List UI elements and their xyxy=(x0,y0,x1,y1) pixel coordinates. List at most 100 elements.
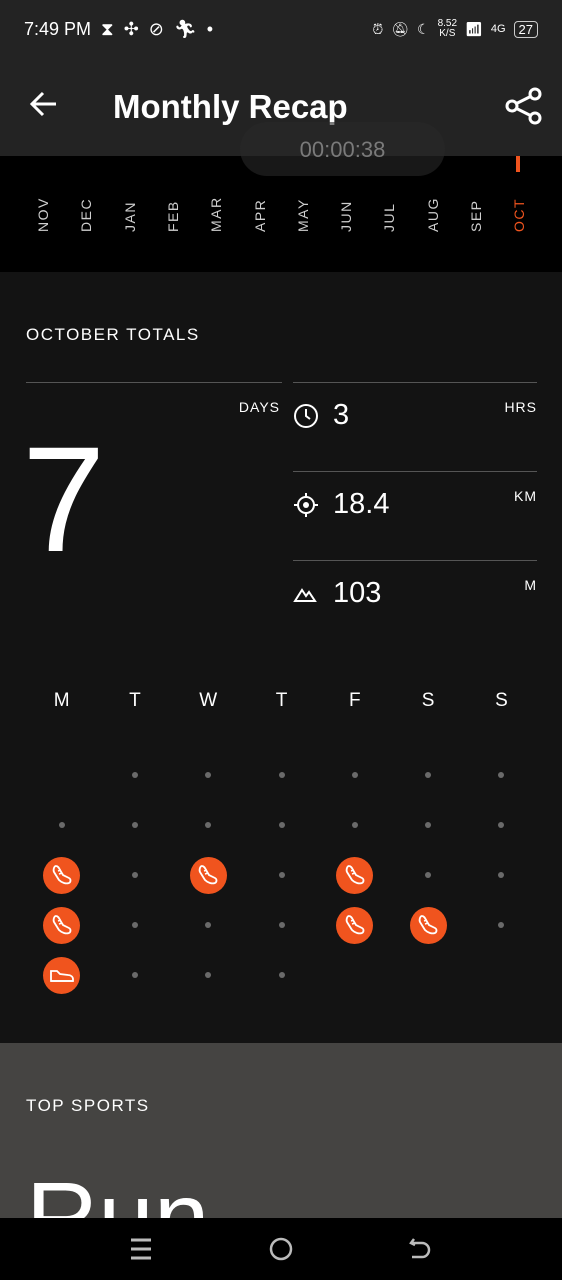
month-tab-oct[interactable]: OCT xyxy=(511,172,527,232)
arrow-left-icon xyxy=(29,91,56,117)
calendar-week xyxy=(25,950,537,1000)
activity-day-run[interactable] xyxy=(409,906,447,944)
weekday-label: T xyxy=(275,689,288,711)
dot-icon: • xyxy=(206,18,214,39)
recents-button[interactable] xyxy=(128,1236,154,1262)
month-tab-apr[interactable]: APR xyxy=(252,172,268,232)
hourglass-icon: ⧗ xyxy=(101,18,114,39)
top-sport-name: Run xyxy=(26,1162,210,1218)
no-activity-day xyxy=(425,772,432,778)
home-circle-icon xyxy=(269,1237,293,1261)
totals-heading: OCTOBER TOTALS xyxy=(26,325,200,344)
month-tab-jul[interactable]: JUL xyxy=(381,172,397,232)
clock-icon xyxy=(294,404,318,428)
running-shoe-icon xyxy=(52,865,72,885)
activity-day-run[interactable] xyxy=(336,906,374,944)
no-activity-day xyxy=(498,822,505,828)
activity-day-run[interactable] xyxy=(43,906,81,944)
alarm-icon: ⏰︎ xyxy=(372,20,384,37)
no-activity-day xyxy=(351,772,358,778)
stat-time: 3 HRS xyxy=(293,382,537,471)
month-tab-nov[interactable]: NOV xyxy=(35,172,51,232)
no-activity-day xyxy=(278,872,285,878)
status-time: 7:49 PM xyxy=(24,18,92,39)
no-activity-day xyxy=(498,772,505,778)
network-type: 4G xyxy=(490,23,506,35)
stat-distance: 18.4 KM xyxy=(293,471,537,560)
running-shoe-icon xyxy=(198,865,218,885)
month-tab-jan[interactable]: JAN xyxy=(122,172,138,232)
net-speed: 8.52 K/S xyxy=(438,19,457,39)
weekday-header: MTWTFSS xyxy=(25,688,537,713)
no-activity-day xyxy=(498,922,505,928)
month-tab-dec[interactable]: DEC xyxy=(78,172,94,232)
top-sports-section: TOP SPORTS Run xyxy=(0,1043,562,1218)
no-activity-day xyxy=(205,822,212,828)
no-activity-day xyxy=(131,972,138,978)
battery-level: 27 xyxy=(518,21,533,37)
back-nav-button[interactable] xyxy=(408,1236,434,1262)
menu-icon xyxy=(131,1238,151,1260)
no-activity-day xyxy=(278,772,285,778)
elevation-mountain-icon xyxy=(293,588,317,602)
selected-month-indicator xyxy=(516,156,520,172)
weekday-label: M xyxy=(53,689,70,711)
no-activity-day xyxy=(131,922,138,928)
no-activity-day xyxy=(205,922,212,928)
days-total: DAYS 7 xyxy=(22,382,282,622)
activity-day-run[interactable] xyxy=(336,856,374,894)
status-bar: 7:49 PM ⧗ ✣ ⊘ 🏃︎ • ⏰︎ 🔕︎ ☾ 8.52 K/S 📶︎ 4G 27 xyxy=(0,0,562,58)
month-tab-aug[interactable]: AUG xyxy=(425,172,441,232)
no-activity-day xyxy=(205,772,212,778)
days-unit: DAYS xyxy=(238,399,280,415)
location-target-icon xyxy=(294,493,318,517)
no-activity-day xyxy=(205,972,212,978)
no-activity-day xyxy=(131,822,138,828)
running-shoe-icon xyxy=(418,915,438,935)
month-tab-sep[interactable]: SEP xyxy=(468,172,484,232)
share-icon xyxy=(505,87,542,125)
stat-elevation: 103 M xyxy=(293,560,537,649)
fan-icon: ✣ xyxy=(123,18,139,39)
weekday-label: T xyxy=(129,689,141,711)
no-activity-day xyxy=(278,972,285,978)
stat-unit: KM xyxy=(514,488,537,504)
running-icon: 🏃︎ xyxy=(173,18,197,39)
share-button[interactable] xyxy=(504,86,544,126)
calendar-week xyxy=(25,850,537,900)
stat-unit: HRS xyxy=(504,399,537,415)
month-tab-may[interactable]: MAY xyxy=(295,172,311,232)
stat-unit: M xyxy=(524,577,537,593)
month-tab-mar[interactable]: MAR xyxy=(208,172,224,232)
back-button[interactable] xyxy=(28,88,60,120)
net-speed-unit: K/S xyxy=(439,28,456,39)
back-icon xyxy=(409,1238,431,1259)
system-nav-bar xyxy=(0,1218,562,1280)
recording-timer: 00:00:38 xyxy=(240,122,445,176)
month-tab-jun[interactable]: JUN xyxy=(338,172,354,232)
activity-day-run[interactable] xyxy=(43,856,81,894)
home-button[interactable] xyxy=(268,1236,294,1262)
calendar-week xyxy=(25,750,537,800)
walking-shoe-icon xyxy=(49,970,74,982)
no-activity-day xyxy=(498,872,505,878)
weekday-label: W xyxy=(199,689,218,711)
no-activity-day xyxy=(425,822,432,828)
bell-off-icon: 🔕︎ xyxy=(391,20,410,37)
running-shoe-icon xyxy=(52,915,72,935)
no-activity-day xyxy=(58,822,65,828)
battery-icon: 27 xyxy=(513,20,538,38)
activity-calendar: MTWTFSS xyxy=(25,688,537,1000)
top-sports-heading: TOP SPORTS xyxy=(26,1096,150,1115)
activity-day-run[interactable] xyxy=(189,856,227,894)
month-tab-feb[interactable]: FEB xyxy=(165,172,181,232)
wifi-icon: 📶︎ xyxy=(465,20,483,37)
no-activity-day xyxy=(278,922,285,928)
weekday-label: S xyxy=(495,689,508,711)
activity-day-walk[interactable] xyxy=(43,956,81,994)
no-activity-day xyxy=(278,822,285,828)
running-shoe-icon xyxy=(345,865,365,885)
page-title: Monthly Recap xyxy=(113,88,348,125)
stat-value: 103 xyxy=(333,577,382,609)
stat-value: 18.4 xyxy=(333,488,390,520)
